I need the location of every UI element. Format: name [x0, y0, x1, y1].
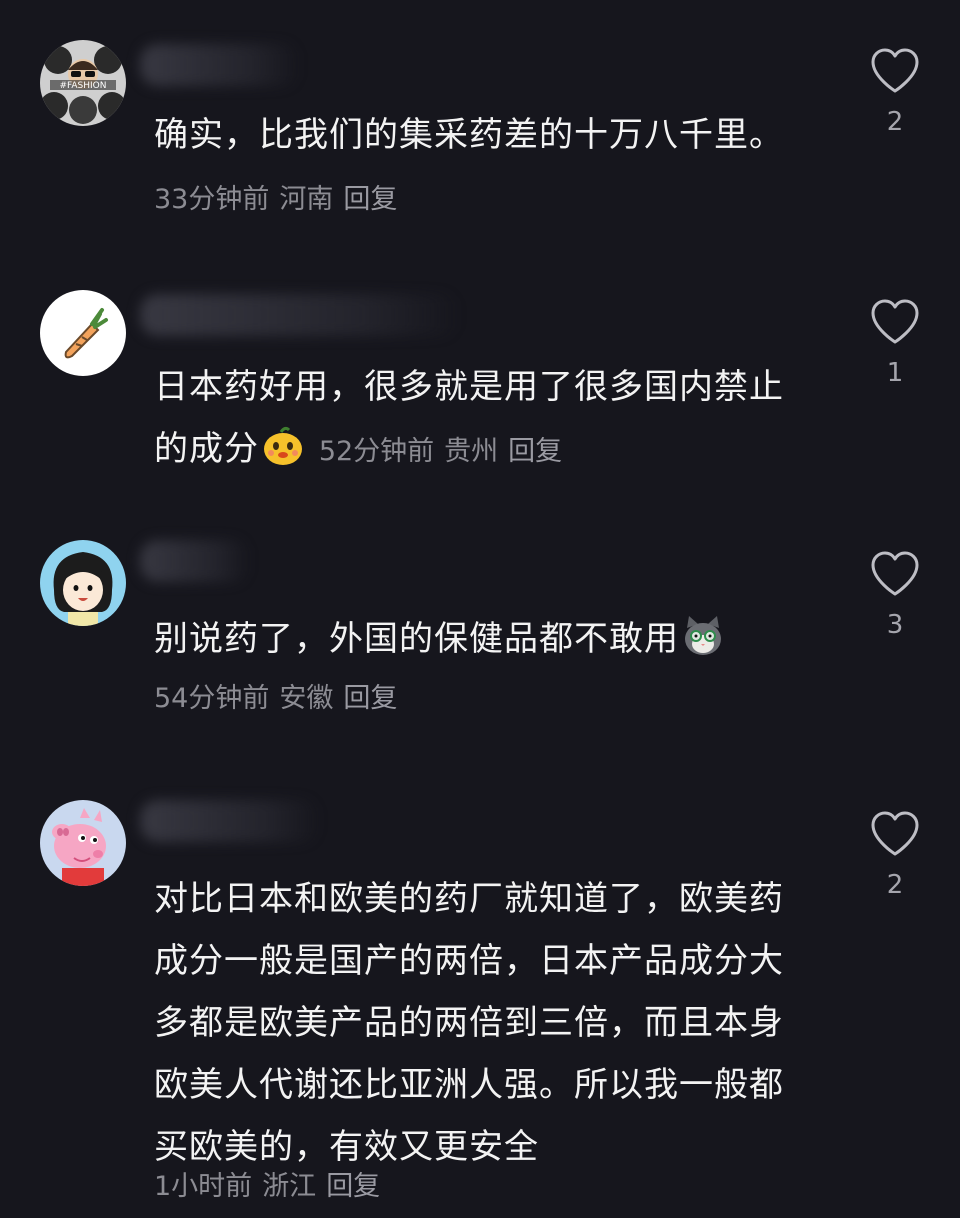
- grey-cat-emoji: [681, 614, 725, 658]
- cartoon-girl-avatar-image: [40, 540, 126, 626]
- comment-text: 确实，比我们的集采药差的十万八千里。: [154, 115, 784, 155]
- reply-button[interactable]: 回复: [343, 184, 397, 215]
- like-button[interactable]: 2: [866, 47, 924, 137]
- comment-meta: 52分钟前 贵州 回复: [319, 436, 572, 467]
- avatar[interactable]: [40, 540, 126, 626]
- reply-button[interactable]: 回复: [343, 683, 397, 714]
- like-button[interactable]: 2: [866, 810, 924, 900]
- comment-meta: 1小时前 浙江 回复: [154, 1156, 804, 1218]
- like-count: 2: [886, 870, 904, 900]
- like-count: 3: [886, 610, 904, 640]
- reply-button[interactable]: 回复: [326, 1171, 380, 1202]
- comment-body: 对比日本和欧美的药厂就知道了，欧美药成分一般是国产的两倍，日本产品成分大多都是欧…: [154, 868, 804, 1178]
- username-redacted: [140, 800, 320, 842]
- like-button[interactable]: 3: [866, 550, 924, 640]
- comment-time: 54分钟前: [154, 683, 270, 714]
- comment-body: 日本药好用，很多就是用了很多国内禁止的成分 52分钟前 贵州 回复: [154, 356, 804, 483]
- comment-meta: 33分钟前 河南 回复: [154, 184, 407, 215]
- fashion-avatar-image: #FASHION: [40, 40, 126, 126]
- comment-body: 别说药了，外国的保健品都不敢用: [154, 608, 804, 670]
- username-redacted: [140, 44, 300, 86]
- like-button[interactable]: 1: [866, 298, 924, 388]
- heart-outline-icon: [871, 551, 919, 596]
- pink-pig-avatar-image: [40, 800, 126, 886]
- comment-time: 52分钟前: [318, 436, 435, 467]
- comment-meta: 54分钟前 安徽 回复: [154, 668, 804, 730]
- username-redacted: [140, 540, 250, 582]
- comment-text: 对比日本和欧美的药厂就知道了，欧美药成分一般是国产的两倍，日本产品成分大多都是欧…: [154, 879, 784, 1167]
- comment-location: 河南: [279, 184, 334, 215]
- username-redacted: [140, 294, 460, 336]
- smiling-orange-emoji: [261, 424, 305, 468]
- comment-location: 安徽: [279, 683, 334, 714]
- like-count: 2: [886, 107, 904, 137]
- like-count: 1: [886, 358, 904, 388]
- heart-outline-icon: [871, 811, 919, 856]
- comment-location: 浙江: [262, 1171, 317, 1202]
- avatar[interactable]: [40, 290, 126, 376]
- avatar[interactable]: #FASHION: [40, 40, 126, 126]
- comment-body: 确实，比我们的集采药差的十万八千里。 33分钟前 河南 回复: [154, 104, 804, 231]
- reply-button[interactable]: 回复: [508, 436, 562, 467]
- heart-outline-icon: [871, 48, 919, 93]
- comment-text: 别说药了，外国的保健品都不敢用: [154, 619, 679, 659]
- avatar[interactable]: [40, 800, 126, 886]
- comment-time: 33分钟前: [154, 184, 270, 215]
- svg-text:#FASHION: #FASHION: [60, 81, 107, 91]
- heart-outline-icon: [871, 299, 919, 344]
- comment-time: 1小时前: [154, 1171, 253, 1202]
- comment-location: 贵州: [444, 436, 499, 467]
- carrot-avatar-image: [40, 290, 126, 376]
